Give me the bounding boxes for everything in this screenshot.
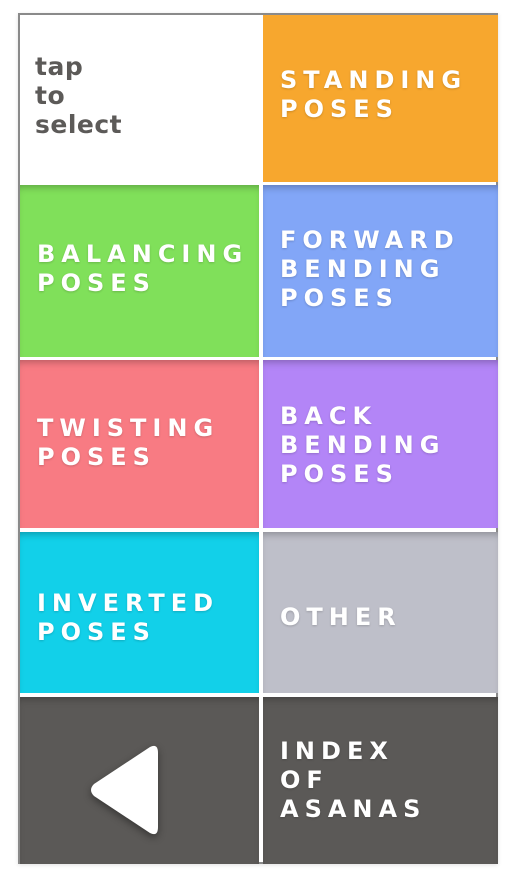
category-tile-back-bending[interactable]: BACK BENDING POSES [263, 360, 498, 528]
category-label-balancing: BALANCING POSES [37, 240, 249, 297]
category-grid: tap to select STANDING POSES BALANCING P… [18, 13, 498, 864]
category-tile-standing[interactable]: STANDING POSES [263, 15, 498, 182]
category-tile-twisting[interactable]: TWISTING POSES [20, 360, 259, 528]
tap-to-select-hint-tile: tap to select [20, 15, 259, 182]
category-label-twisting: TWISTING POSES [37, 414, 220, 471]
category-label-other: OTHER [280, 603, 402, 631]
category-tile-forward-bending[interactable]: FORWARD BENDING POSES [263, 185, 498, 357]
back-button[interactable] [20, 697, 259, 864]
back-triangle-icon [91, 745, 158, 835]
category-tile-other[interactable]: OTHER [263, 532, 498, 693]
category-label-forward-bending: FORWARD BENDING POSES [280, 226, 460, 312]
category-label-inverted: INVERTED POSES [37, 589, 220, 646]
category-tile-inverted[interactable]: INVERTED POSES [20, 532, 259, 693]
category-label-standing: STANDING POSES [280, 66, 468, 123]
category-tile-balancing[interactable]: BALANCING POSES [20, 185, 259, 357]
index-of-asanas-label: INDEX OF ASANAS [280, 737, 427, 823]
tap-to-select-text: tap to select [35, 52, 123, 139]
category-label-back-bending: BACK BENDING POSES [280, 402, 446, 488]
index-of-asanas-button[interactable]: INDEX OF ASANAS [263, 697, 498, 864]
